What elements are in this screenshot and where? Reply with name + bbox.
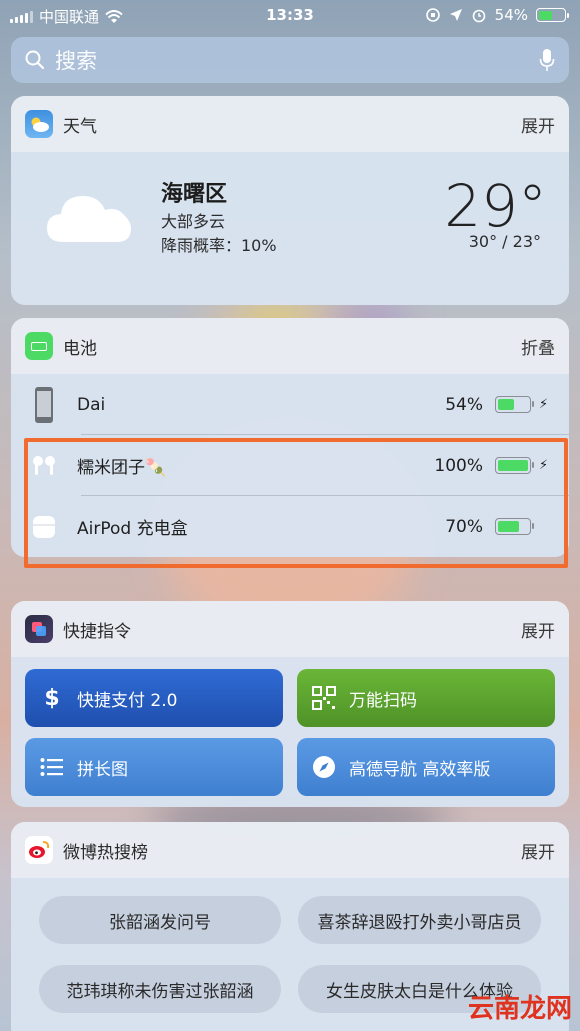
expand-button[interactable]: 展开 [521, 617, 555, 642]
shortcut-quick-pay-button[interactable]: $ 快捷支付 2.0 [25, 669, 283, 727]
weibo-widget-header: 微博热搜榜 展开 [11, 822, 569, 878]
device-name: Dai [77, 394, 106, 415]
device-battery-percent: 54% [445, 394, 483, 415]
shortcut-label: 万能扫码 [349, 690, 417, 711]
battery-icon [536, 8, 569, 22]
shortcut-label: 高德导航 高效率版 [349, 759, 491, 780]
weather-app-icon [25, 110, 53, 138]
temperature-range: 30° / 23° [468, 232, 541, 251]
hot-topic-chip[interactable]: 喜茶辞退殴打外卖小哥店员 [298, 896, 541, 944]
list-icon [39, 757, 65, 777]
hot-topic-chip[interactable]: 张韶涵发问号 [39, 896, 281, 944]
weather-widget: 天气 展开 海曙区 大部多云 降雨概率：10% 29° 30° / 23° [11, 96, 569, 305]
battery-level-icon [495, 396, 534, 413]
iphone-icon [31, 385, 57, 425]
alarm-icon [472, 9, 485, 23]
weibo-app-icon [25, 836, 53, 864]
battery-widget-title: 电池 [63, 338, 97, 359]
weather-condition: 大部多云 [161, 212, 226, 231]
shortcuts-app-icon [25, 615, 53, 643]
search-bar[interactable]: 搜索 [11, 37, 569, 83]
orientation-lock-icon [425, 8, 440, 22]
expand-button[interactable]: 展开 [521, 112, 555, 137]
weibo-widget-title: 微博热搜榜 [63, 842, 148, 863]
dollar-icon: $ [44, 685, 60, 711]
highlight-box [24, 438, 568, 568]
shortcuts-widget-title: 快捷指令 [63, 621, 131, 642]
battery-widget-header: 电池 折叠 [11, 318, 569, 374]
status-bar: 中国联通 13:33 54% [0, 0, 580, 30]
shortcut-label: 拼长图 [77, 759, 128, 780]
weather-location: 海曙区 [161, 182, 228, 207]
cloud-icon [47, 196, 131, 242]
search-placeholder: 搜索 [55, 49, 97, 73]
shortcut-long-image-button[interactable]: 拼长图 [25, 738, 283, 796]
current-temperature: 29° [444, 172, 547, 240]
search-icon [25, 50, 45, 70]
shortcuts-body: $ 快捷支付 2.0 万能扫码 拼长图 高德导航 高效率版 [11, 657, 569, 807]
weather-body[interactable]: 海曙区 大部多云 降雨概率：10% 29° 30° / 23° [11, 152, 569, 305]
battery-percent: 54% [494, 6, 528, 24]
rain-probability: 降雨概率：10% [161, 236, 277, 255]
shortcut-navigation-button[interactable]: 高德导航 高效率版 [297, 738, 555, 796]
microphone-icon[interactable] [539, 48, 555, 72]
shortcuts-widget: 快捷指令 展开 $ 快捷支付 2.0 万能扫码 拼长图 高德导航 高效率版 [11, 601, 569, 807]
qr-code-icon [311, 686, 337, 710]
charging-bolt-icon: ⚡ [539, 397, 549, 412]
compass-icon [311, 755, 337, 779]
expand-button[interactable]: 展开 [521, 838, 555, 863]
shortcuts-widget-header: 快捷指令 展开 [11, 601, 569, 657]
collapse-button[interactable]: 折叠 [521, 334, 555, 359]
weather-widget-header: 天气 展开 [11, 96, 569, 152]
watermark-logo: 云南龙网 [467, 994, 572, 1024]
weather-widget-title: 天气 [63, 116, 97, 137]
battery-row: Dai 54% ⚡ [11, 374, 569, 435]
battery-app-icon [25, 332, 53, 360]
shortcut-scan-button[interactable]: 万能扫码 [297, 669, 555, 727]
shortcut-label: 快捷支付 2.0 [77, 690, 178, 711]
hot-topic-chip[interactable]: 范玮琪称未伤害过张韶涵 [39, 965, 281, 1013]
location-icon [449, 9, 462, 21]
